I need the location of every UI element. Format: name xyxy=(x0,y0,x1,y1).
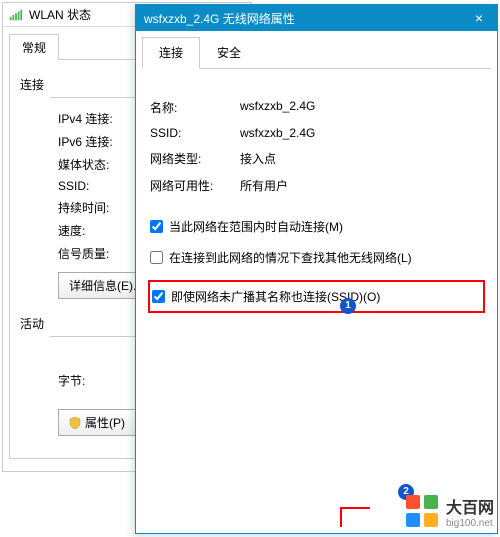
name-label: 名称: xyxy=(150,99,240,116)
checkbox-connect-hidden[interactable] xyxy=(152,290,165,303)
tab-general[interactable]: 常规 xyxy=(9,34,59,60)
annotation-badge-1: 1 xyxy=(340,298,356,314)
annotation-red-corner xyxy=(340,507,370,527)
checkbox-lookup-other-label: 在连接到此网络的情况下查找其他无线网络(L) xyxy=(169,249,412,266)
watermark-url: big100.net xyxy=(446,518,494,529)
checkbox-autoconnect-label: 当此网络在范围内时自动连接(M) xyxy=(169,218,343,235)
wifi-icon xyxy=(9,8,23,22)
close-icon[interactable]: × xyxy=(469,10,489,26)
type-value: 接入点 xyxy=(240,150,483,167)
properties-title: wsfxzxb_2.4G 无线网络属性 xyxy=(144,10,295,27)
watermark-logo-icon xyxy=(402,491,442,531)
highlight-box: 即使网络未广播其名称也连接(SSID)(O) xyxy=(148,280,485,313)
avail-value: 所有用户 xyxy=(240,177,483,194)
watermark-text: 大百网 xyxy=(446,494,494,518)
type-label: 网络类型: xyxy=(150,150,240,167)
name-value: wsfxzxb_2.4G xyxy=(240,99,483,116)
properties-titlebar: wsfxzxb_2.4G 无线网络属性 × xyxy=(136,5,497,31)
watermark: 大百网 big100.net xyxy=(402,491,494,531)
properties-body: 名称: wsfxzxb_2.4G SSID: wsfxzxb_2.4G 网络类型… xyxy=(136,69,497,343)
bytes-label: 字节: xyxy=(58,372,85,389)
tab-security[interactable]: 安全 xyxy=(200,37,258,68)
avail-label: 网络可用性: xyxy=(150,177,240,194)
checkbox-autoconnect[interactable] xyxy=(150,220,163,233)
checkbox-lookup-other[interactable] xyxy=(150,251,163,264)
shield-icon xyxy=(69,417,81,429)
ssid-value: wsfxzxb_2.4G xyxy=(240,126,483,140)
ssid-label: SSID: xyxy=(150,126,240,140)
wifi-properties-window: wsfxzxb_2.4G 无线网络属性 × 连接 安全 名称: wsfxzxb_… xyxy=(135,4,498,534)
wlan-status-title: WLAN 状态 xyxy=(29,6,91,23)
properties-button[interactable]: 属性(P) xyxy=(58,409,136,436)
properties-tabs: 连接 安全 xyxy=(142,37,491,69)
tab-connection[interactable]: 连接 xyxy=(142,37,200,69)
